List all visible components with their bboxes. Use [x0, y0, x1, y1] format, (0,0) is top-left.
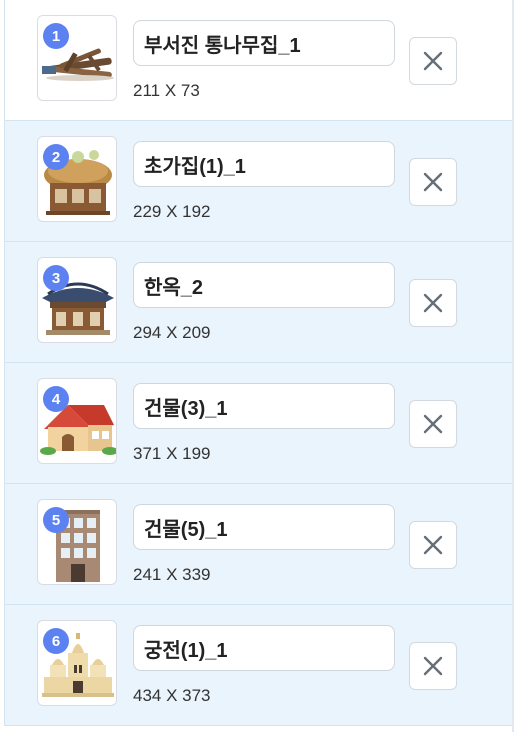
- close-icon: [423, 51, 443, 71]
- item-number-badge: 2: [43, 144, 69, 170]
- name-input[interactable]: [133, 262, 395, 308]
- name-input[interactable]: [133, 383, 395, 429]
- delete-button[interactable]: [409, 158, 457, 206]
- image-dimensions: 371 X 199: [133, 444, 211, 463]
- close-icon: [423, 293, 443, 313]
- thumbnail[interactable]: 5: [37, 499, 117, 585]
- list-item[interactable]: 5 241 X 339: [5, 484, 513, 605]
- item-number-badge: 4: [43, 386, 69, 412]
- close-icon: [423, 656, 443, 676]
- list-item[interactable]: 3 294 X 209: [5, 242, 513, 363]
- image-dimensions: 434 X 373: [133, 686, 211, 705]
- item-number-badge: 5: [43, 507, 69, 533]
- object-list: 1 211 X 73 2: [4, 0, 513, 726]
- name-input[interactable]: [133, 625, 395, 671]
- delete-button[interactable]: [409, 400, 457, 448]
- thumbnail[interactable]: 3: [37, 257, 117, 343]
- image-dimensions: 294 X 209: [133, 323, 211, 342]
- list-item[interactable]: 6 434 X 373: [5, 605, 513, 726]
- thumbnail[interactable]: 2: [37, 136, 117, 222]
- delete-button[interactable]: [409, 279, 457, 327]
- thumbnail[interactable]: 4: [37, 378, 117, 464]
- image-dimensions: 229 X 192: [133, 202, 211, 221]
- name-input[interactable]: [133, 20, 395, 66]
- close-icon: [423, 172, 443, 192]
- thumbnail[interactable]: 6: [37, 620, 117, 706]
- list-item[interactable]: 1 211 X 73: [5, 0, 513, 121]
- delete-button[interactable]: [409, 37, 457, 85]
- delete-button[interactable]: [409, 642, 457, 690]
- name-input[interactable]: [133, 504, 395, 550]
- list-item[interactable]: 2 229 X 192: [5, 121, 513, 242]
- list-item[interactable]: 4 371 X 199: [5, 363, 513, 484]
- thumbnail[interactable]: 1: [37, 15, 117, 101]
- delete-button[interactable]: [409, 521, 457, 569]
- item-number-badge: 1: [43, 23, 69, 49]
- item-number-badge: 3: [43, 265, 69, 291]
- image-dimensions: 241 X 339: [133, 565, 211, 584]
- close-icon: [423, 414, 443, 434]
- name-input[interactable]: [133, 141, 395, 187]
- image-dimensions: 211 X 73: [133, 81, 200, 100]
- close-icon: [423, 535, 443, 555]
- item-number-badge: 6: [43, 628, 69, 654]
